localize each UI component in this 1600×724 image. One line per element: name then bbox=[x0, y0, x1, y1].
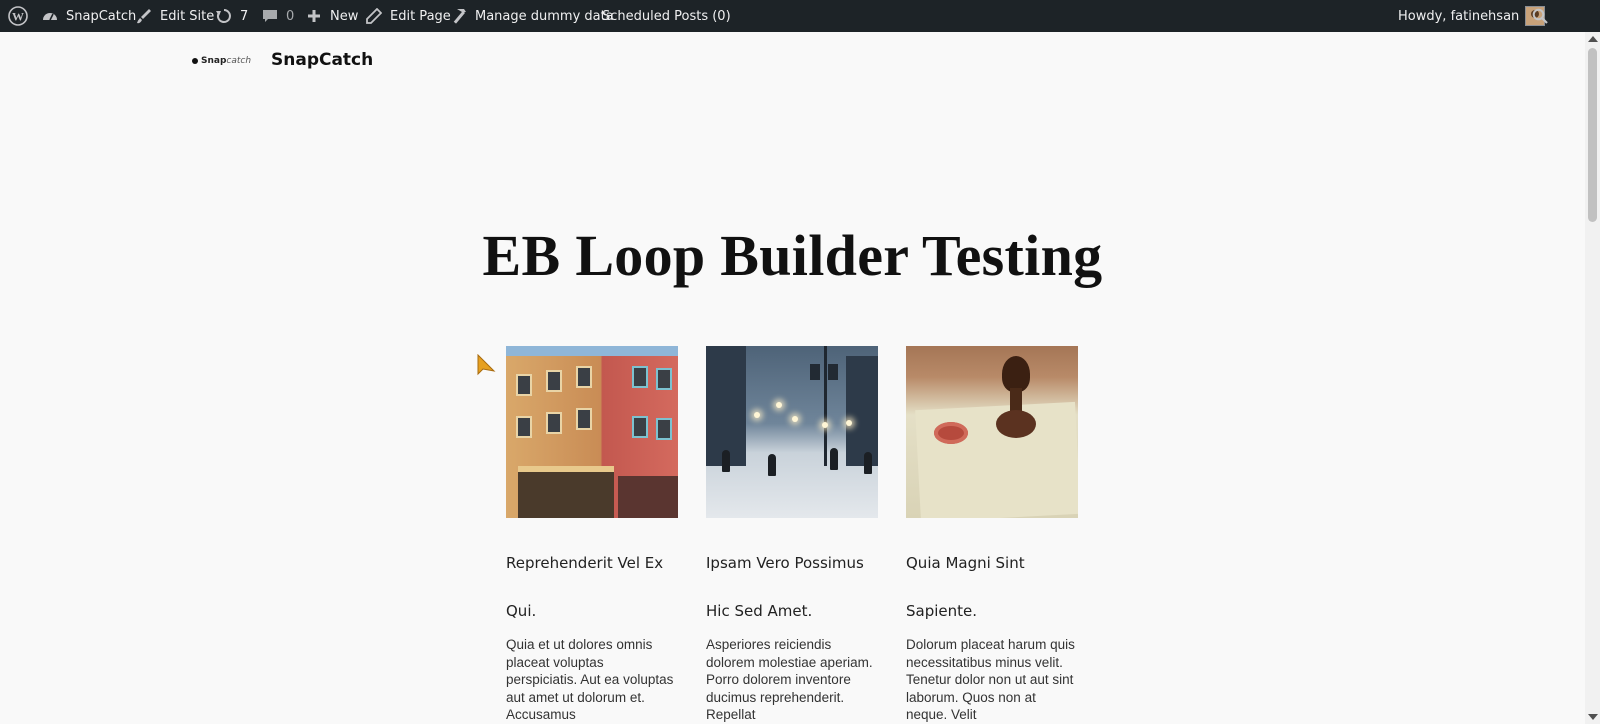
svg-text:W: W bbox=[12, 10, 24, 24]
scroll-up-arrow-icon[interactable] bbox=[1588, 36, 1598, 42]
user-account-menu[interactable]: Howdy, fatinehsan bbox=[1398, 0, 1546, 32]
plus-icon bbox=[304, 6, 324, 26]
manage-dummy-data-link[interactable]: Manage dummy data bbox=[449, 0, 614, 32]
logo-text-italic: catch bbox=[226, 56, 252, 66]
wordpress-logo-icon: W bbox=[8, 6, 28, 26]
post-thumbnail[interactable] bbox=[706, 346, 878, 518]
post-title[interactable]: Quia Magni Sint bbox=[906, 554, 1086, 572]
post-card[interactable]: Ipsam Vero Possimus Hic Sed Amet. Asperi… bbox=[706, 346, 878, 722]
post-title[interactable]: Reprehenderit Vel Ex bbox=[506, 554, 686, 572]
post-excerpt: Dolorum placeat harum quis necessitatibu… bbox=[906, 637, 1075, 723]
comments-count: 0 bbox=[286, 8, 295, 24]
admin-bar: W SnapCatch Edit Site 7 0 New Edit Page … bbox=[0, 0, 1600, 32]
brush-icon bbox=[134, 6, 154, 26]
updates-icon bbox=[214, 6, 234, 26]
search-icon bbox=[1530, 6, 1550, 26]
post-subtitle: Hic Sed Amet. bbox=[706, 602, 813, 620]
post-excerpt: Quia et ut dolores omnis placeat volupta… bbox=[506, 637, 674, 723]
search-button[interactable] bbox=[1530, 0, 1556, 32]
post-thumbnail[interactable] bbox=[906, 346, 1078, 518]
new-label: New bbox=[330, 8, 359, 24]
scrollbar-thumb[interactable] bbox=[1588, 48, 1597, 222]
edit-page-label: Edit Page bbox=[390, 8, 451, 24]
post-card[interactable]: Reprehenderit Vel Ex Qui. Quia et ut dol… bbox=[506, 346, 678, 722]
site-name-menu[interactable]: SnapCatch bbox=[40, 0, 136, 32]
new-content-menu[interactable]: New bbox=[304, 0, 358, 32]
howdy-label: Howdy, fatinehsan bbox=[1398, 8, 1520, 24]
post-excerpt: Asperiores reiciendis dolorem molestiae … bbox=[706, 637, 873, 723]
scheduled-posts-link[interactable]: Scheduled Posts (0) bbox=[602, 0, 731, 32]
dashboard-icon bbox=[40, 6, 60, 26]
site-name-label: SnapCatch bbox=[66, 8, 137, 24]
manage-dummy-label: Manage dummy data bbox=[475, 8, 614, 24]
post-title[interactable]: Ipsam Vero Possimus bbox=[706, 554, 886, 572]
hammer-icon bbox=[449, 6, 469, 26]
post-subtitle: Sapiente. bbox=[906, 602, 978, 620]
edit-page-link[interactable]: Edit Page bbox=[364, 0, 451, 32]
page-scrollbar[interactable] bbox=[1585, 32, 1600, 724]
post-card[interactable]: Quia Magni Sint Sapiente. Dolorum placea… bbox=[906, 346, 1078, 722]
site-title-link[interactable]: SnapCatch bbox=[271, 50, 373, 70]
comments-link[interactable]: 0 bbox=[260, 0, 294, 32]
logo-text-bold: Snap bbox=[201, 56, 227, 66]
post-thumbnail[interactable] bbox=[506, 346, 678, 518]
mouse-cursor-icon bbox=[477, 353, 497, 385]
wordpress-logo-menu[interactable]: W bbox=[8, 0, 34, 32]
edit-site-label: Edit Site bbox=[160, 8, 215, 24]
logo-mark-icon bbox=[192, 58, 198, 64]
updates-link[interactable]: 7 bbox=[214, 0, 248, 32]
site-logo[interactable]: Snap catch bbox=[192, 56, 251, 66]
edit-site-link[interactable]: Edit Site bbox=[134, 0, 214, 32]
post-subtitle: Qui. bbox=[506, 602, 537, 620]
comment-icon bbox=[260, 6, 280, 26]
updates-count: 7 bbox=[240, 8, 249, 24]
page-title: EB Loop Builder Testing bbox=[482, 223, 1103, 288]
pencil-icon bbox=[364, 6, 384, 26]
scroll-down-arrow-icon[interactable] bbox=[1588, 714, 1598, 720]
scheduled-posts-label: Scheduled Posts (0) bbox=[602, 8, 731, 24]
